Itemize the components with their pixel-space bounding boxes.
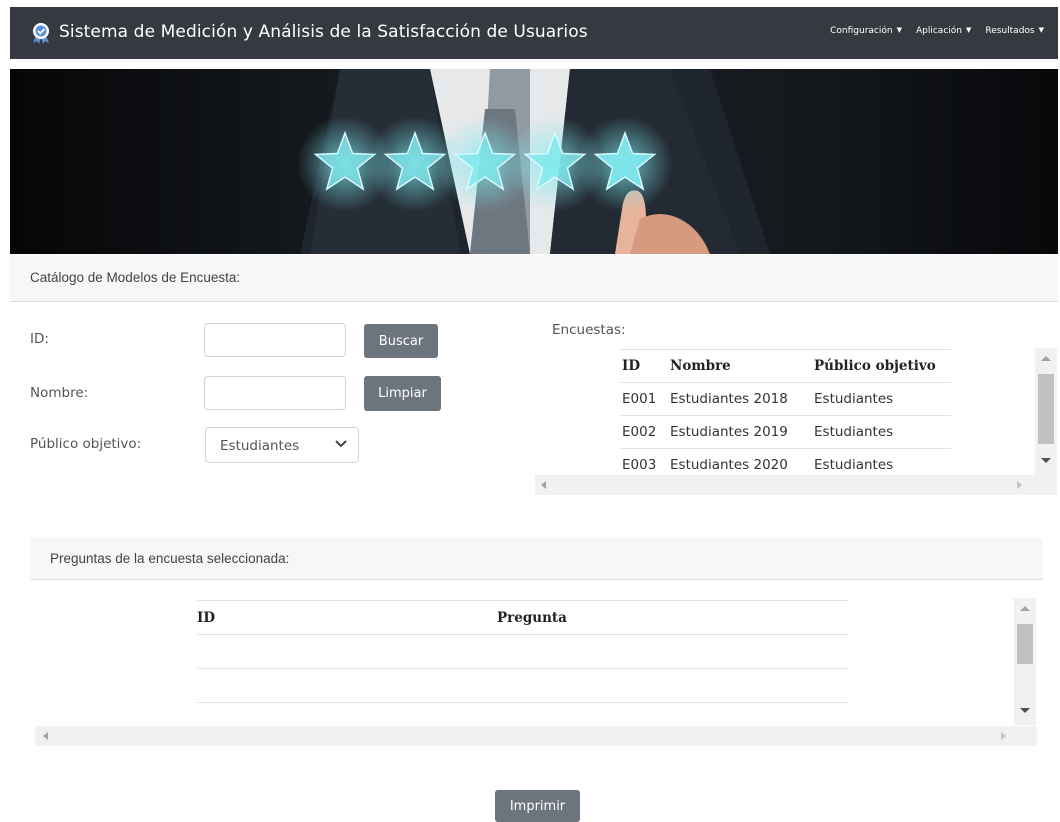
- scroll-right-arrow-icon[interactable]: [1017, 481, 1022, 489]
- preguntas-vertical-scrollbar[interactable]: [1014, 598, 1036, 725]
- cell-nombre: Estudiantes 2018: [668, 382, 812, 416]
- vertical-scrollbar[interactable]: [1035, 348, 1057, 475]
- menu-configuracion[interactable]: Configuración ▼: [830, 26, 902, 36]
- table-row[interactable]: [197, 668, 849, 703]
- publico-label: Público objetivo:: [30, 436, 142, 452]
- table-row[interactable]: E001 Estudiantes 2018 Estudiantes: [620, 382, 951, 416]
- column-header-id: ID: [197, 600, 497, 635]
- cell-id: E002: [620, 415, 668, 449]
- cell-id: [197, 634, 497, 669]
- preguntas-horizontal-scrollbar[interactable]: [35, 726, 1037, 746]
- menu-resultados[interactable]: Resultados ▼: [985, 26, 1044, 36]
- search-button[interactable]: Buscar: [364, 324, 438, 358]
- table-header-row: ID Pregunta: [197, 600, 849, 635]
- cell-publico: Estudiantes: [812, 382, 951, 416]
- nav-menu: Configuración ▼ Aplicación ▼ Resultados ▼: [830, 26, 1058, 36]
- scroll-left-arrow-icon[interactable]: [541, 481, 546, 489]
- encuestas-table: ID Nombre Público objetivo E001 Estudian…: [620, 349, 951, 482]
- hero-image: [10, 69, 1058, 254]
- preguntas-title: Preguntas de la encuesta seleccionada:: [50, 551, 290, 566]
- scroll-right-arrow-icon[interactable]: [1001, 732, 1006, 740]
- caret-down-icon: ▼: [965, 26, 972, 34]
- scroll-left-arrow-icon[interactable]: [43, 732, 48, 740]
- caret-down-icon: ▼: [1038, 26, 1044, 34]
- menu-aplicacion[interactable]: Aplicación ▼: [916, 26, 971, 36]
- menu-configuracion-label: Configuración: [830, 26, 893, 36]
- scrollbar-thumb[interactable]: [1038, 374, 1054, 444]
- cell-pregunta: [497, 634, 849, 669]
- preguntas-header: Preguntas de la encuesta seleccionada:: [30, 538, 1043, 580]
- nombre-label: Nombre:: [30, 385, 89, 401]
- id-input[interactable]: [204, 323, 346, 357]
- app-title: Sistema de Medición y Análisis de la Sat…: [59, 22, 588, 42]
- award-badge-icon: [33, 23, 49, 44]
- horizontal-scrollbar[interactable]: [535, 475, 1057, 495]
- preguntas-table: ID Pregunta: [197, 600, 849, 703]
- nombre-input[interactable]: [204, 376, 346, 410]
- column-header-pregunta: Pregunta: [497, 600, 849, 635]
- encuestas-title: Encuestas:: [552, 322, 626, 338]
- print-button[interactable]: Imprimir: [495, 790, 580, 822]
- hero-banner: [10, 69, 1058, 254]
- caret-down-icon: ▼: [896, 26, 902, 34]
- column-header-id: ID: [620, 349, 668, 383]
- cell-nombre: Estudiantes 2019: [668, 415, 812, 449]
- id-label: ID:: [30, 331, 49, 347]
- scroll-up-arrow-icon[interactable]: [1041, 356, 1051, 361]
- table-row[interactable]: [197, 634, 849, 669]
- encuestas-table-container: ID Nombre Público objetivo E001 Estudian…: [535, 343, 1057, 499]
- column-header-nombre: Nombre: [668, 349, 812, 383]
- clear-button[interactable]: Limpiar: [364, 376, 441, 411]
- publico-select-value: Estudiantes: [220, 438, 300, 454]
- cell-id: E001: [620, 382, 668, 416]
- publico-select[interactable]: Estudiantes: [205, 427, 359, 463]
- cell-publico: Estudiantes: [812, 415, 951, 449]
- scrollbar-thumb[interactable]: [1017, 624, 1033, 664]
- column-header-publico: Público objetivo: [812, 349, 951, 383]
- catalog-header: Catálogo de Modelos de Encuesta:: [10, 255, 1058, 302]
- top-navbar: Sistema de Medición y Análisis de la Sat…: [10, 7, 1058, 59]
- scroll-down-arrow-icon[interactable]: [1020, 708, 1030, 713]
- cell-id: [197, 668, 497, 703]
- scroll-up-arrow-icon[interactable]: [1020, 606, 1030, 611]
- table-header-row: ID Nombre Público objetivo: [620, 349, 951, 383]
- rating-stars: [297, 116, 673, 212]
- chevron-down-icon: [335, 440, 347, 448]
- scroll-down-arrow-icon[interactable]: [1041, 458, 1051, 463]
- menu-aplicacion-label: Aplicación: [915, 26, 962, 36]
- catalog-title: Catálogo de Modelos de Encuesta:: [30, 270, 241, 285]
- menu-resultados-label: Resultados: [985, 26, 1035, 36]
- cell-pregunta: [497, 668, 849, 703]
- table-row[interactable]: E002 Estudiantes 2019 Estudiantes: [620, 415, 951, 449]
